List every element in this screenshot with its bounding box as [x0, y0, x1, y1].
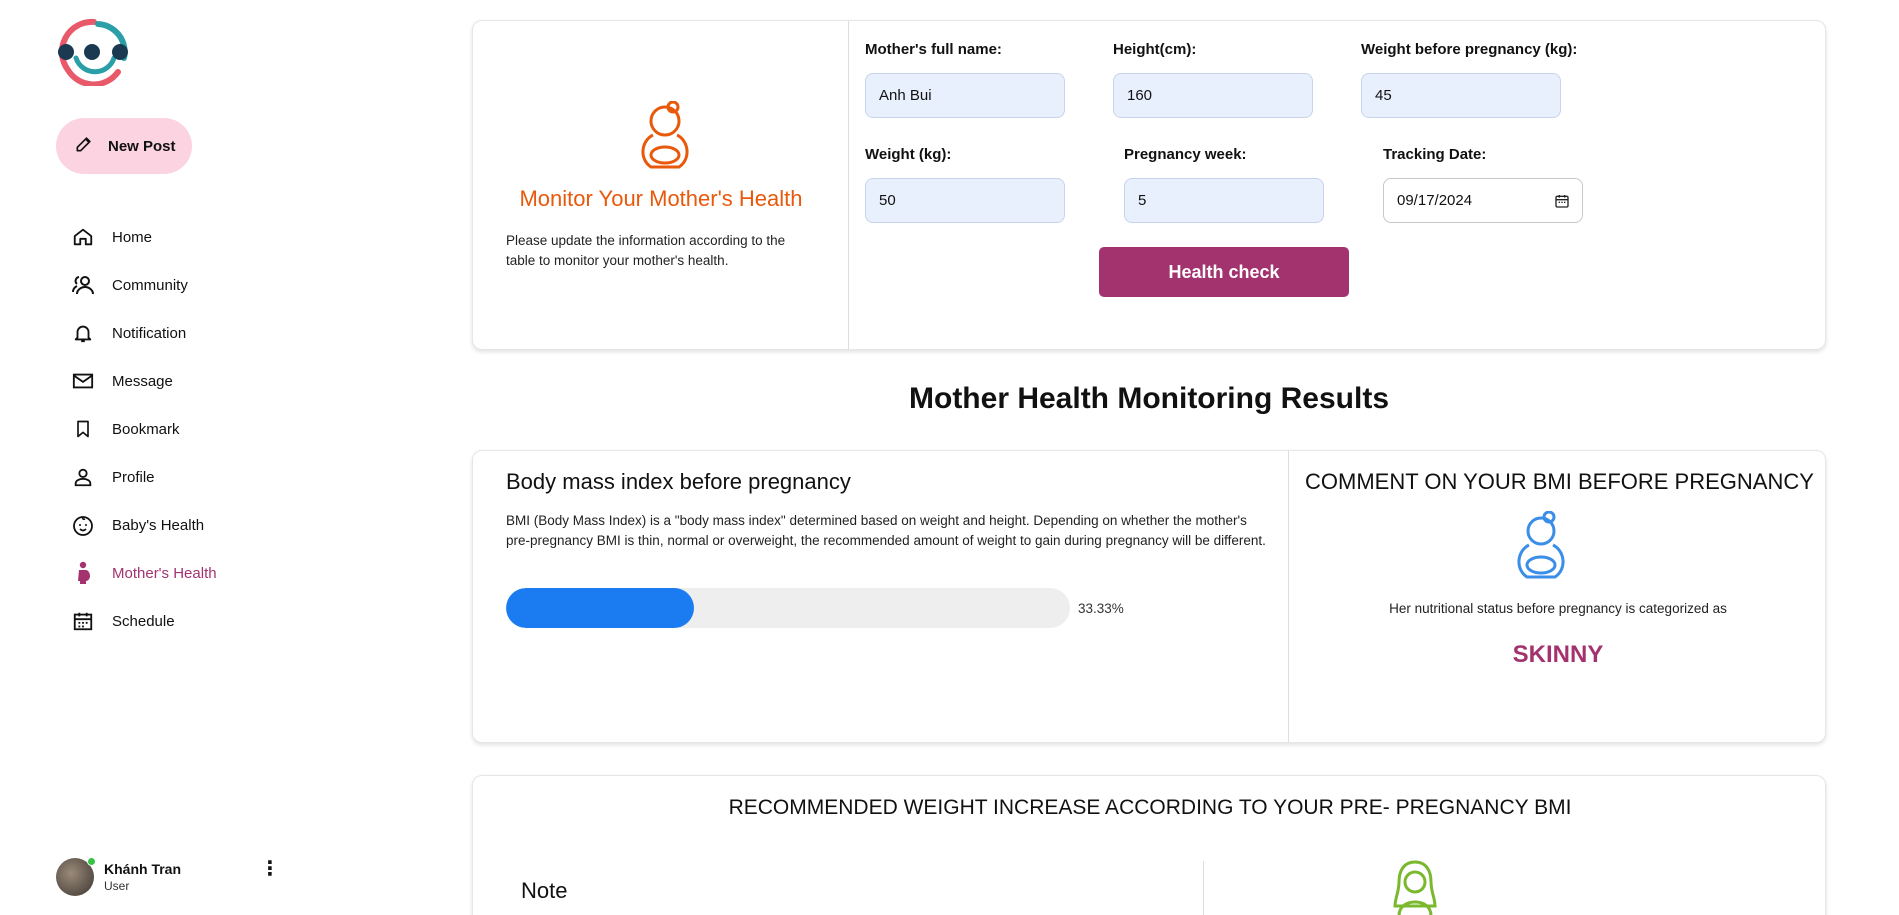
sidebar-item-label: Profile — [112, 468, 155, 486]
sidebar-item-label: Home — [112, 228, 153, 246]
new-post-label: New Post — [108, 137, 176, 155]
sidebar-item-message[interactable]: Message — [70, 357, 217, 405]
form-title: Monitor Your Mother's Health — [519, 186, 803, 211]
sidebar-item-home[interactable]: Home — [70, 213, 217, 261]
sidebar-item-label: Baby's Health — [112, 516, 205, 534]
user-profile-card[interactable]: Khánh Tran User ⋮ — [56, 856, 286, 898]
pregnant-mother-icon — [637, 100, 693, 180]
bmi-progress-fill — [506, 588, 694, 628]
sidebar-item-label: Bookmark — [112, 420, 180, 438]
weight-input[interactable] — [865, 178, 1065, 223]
sidebar-item-label: Schedule — [112, 612, 175, 630]
mother-avatar-icon — [1385, 858, 1445, 915]
tracking-date-input[interactable]: 09/17/2024 — [1383, 178, 1583, 223]
recommendation-title: RECOMMENDED WEIGHT INCREASE ACCORDING TO… — [728, 796, 1572, 819]
height-label: Height(cm): — [1113, 41, 1197, 58]
sidebar-item-schedule[interactable]: Schedule — [70, 597, 217, 645]
online-status-dot — [87, 857, 96, 866]
new-post-button[interactable]: New Post — [56, 118, 192, 174]
bmi-title: Body mass index before pregnancy — [506, 469, 851, 494]
user-role: User — [104, 879, 130, 893]
bmi-category: SKINNY — [1512, 641, 1604, 668]
weight-before-input[interactable] — [1361, 73, 1561, 118]
baby-icon — [70, 512, 96, 538]
more-options-icon[interactable]: ⋮ — [260, 859, 280, 879]
divider — [1203, 861, 1204, 915]
home-icon — [70, 224, 96, 250]
pregnant-mother-icon — [1513, 510, 1569, 590]
calendar-icon[interactable] — [1554, 193, 1570, 213]
sidebar-item-babys-health[interactable]: Baby's Health — [70, 501, 217, 549]
note-title: Note — [521, 878, 568, 903]
pregnancy-week-input[interactable] — [1124, 178, 1324, 223]
sidebar-item-profile[interactable]: Profile — [70, 453, 217, 501]
sidebar: New Post Home Community Notification Mes… — [0, 0, 390, 915]
envelope-icon — [70, 368, 96, 394]
sidebar-item-bookmark[interactable]: Bookmark — [70, 405, 217, 453]
app-logo[interactable] — [54, 18, 134, 88]
bell-icon — [70, 320, 96, 346]
sidebar-item-community[interactable]: Community — [70, 261, 217, 309]
pencil-icon — [74, 134, 94, 158]
sidebar-item-mothers-health[interactable]: Mother's Health — [70, 549, 217, 597]
pregnant-icon — [70, 560, 96, 586]
mother-health-form-card: Monitor Your Mother's Health Please upda… — [472, 20, 1826, 350]
sidebar-item-label: Message — [112, 372, 173, 390]
bmi-progress-label: 33.33% — [1078, 601, 1124, 616]
sidebar-item-label: Mother's Health — [112, 564, 217, 582]
sidebar-nav: Home Community Notification Message Book… — [70, 213, 217, 645]
bmi-card: Body mass index before pregnancy BMI (Bo… — [472, 450, 1826, 743]
avatar — [56, 857, 96, 896]
bookmark-icon — [70, 416, 96, 442]
bmi-progress-bar — [506, 588, 1070, 628]
bmi-status-text: Her nutritional status before pregnancy … — [1389, 601, 1727, 616]
mother-name-label: Mother's full name: — [865, 41, 1002, 58]
form-description: Please update the information according … — [506, 233, 786, 268]
height-input[interactable] — [1113, 73, 1313, 118]
mother-name-input[interactable] — [865, 73, 1065, 118]
weight-label: Weight (kg): — [865, 146, 952, 163]
calendar-icon — [70, 608, 96, 634]
sidebar-item-notification[interactable]: Notification — [70, 309, 217, 357]
weight-before-label: Weight before pregnancy (kg): — [1361, 41, 1578, 58]
form-intro: Monitor Your Mother's Health Please upda… — [473, 21, 849, 349]
health-check-button[interactable]: Health check — [1099, 247, 1349, 297]
recommendation-card: RECOMMENDED WEIGHT INCREASE ACCORDING TO… — [472, 775, 1826, 915]
sidebar-item-label: Notification — [112, 324, 187, 342]
user-name: Khánh Tran — [104, 861, 182, 877]
tracking-date-value: 09/17/2024 — [1397, 192, 1473, 209]
results-title: Mother Health Monitoring Results — [909, 382, 1389, 415]
bmi-section: Body mass index before pregnancy BMI (Bo… — [473, 451, 1289, 742]
community-icon — [70, 272, 96, 298]
sidebar-item-label: Community — [112, 276, 188, 294]
pregnancy-week-label: Pregnancy week: — [1124, 146, 1247, 163]
tracking-date-label: Tracking Date: — [1383, 146, 1487, 163]
bmi-comment-title: COMMENT ON YOUR BMI BEFORE PREGNANCY — [1305, 469, 1814, 494]
bmi-description: BMI (Body Mass Index) is a "body mass in… — [506, 513, 1266, 548]
person-icon — [70, 464, 96, 490]
